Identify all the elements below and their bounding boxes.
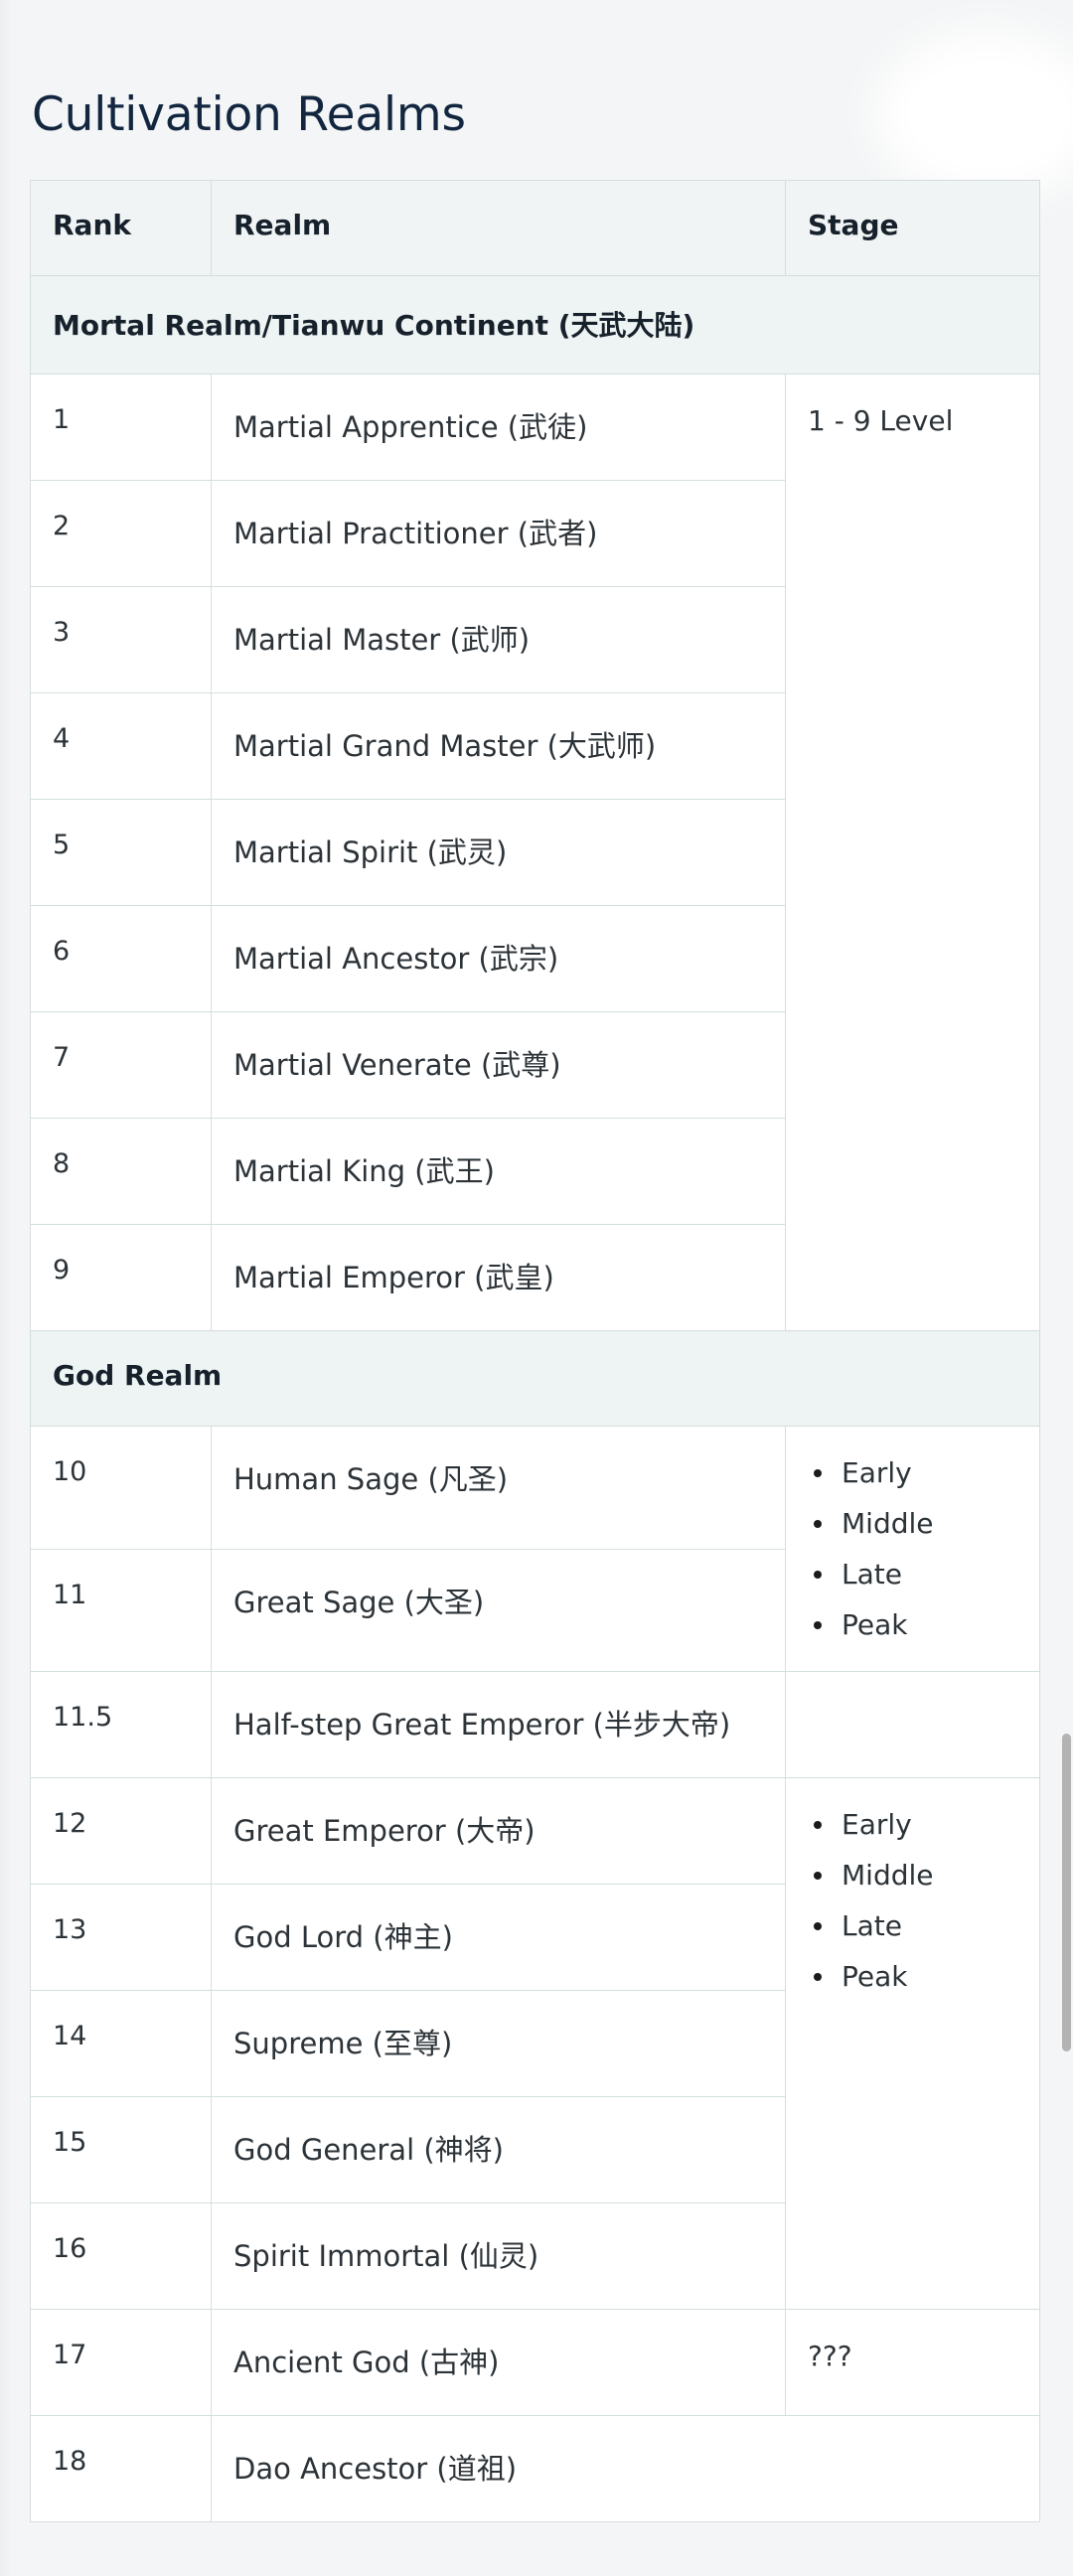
stage-bullet-list: Early Middle Late Peak — [808, 1456, 1017, 1641]
cell-rank: 10 — [30, 1426, 212, 1550]
cell-realm: Martial Emperor (武皇) — [211, 1224, 786, 1331]
cell-realm: Great Sage (大圣) — [211, 1548, 786, 1673]
stage-bullet-item: Middle — [808, 1859, 1017, 1892]
section-header-row-god: God Realm — [30, 1330, 1040, 1427]
stage-bullet-list: Early Middle Late Peak — [808, 1808, 1017, 1993]
section-header-row-mortal: Mortal Realm/Tianwu Continent (天武大陆) — [30, 275, 1040, 375]
cultivation-realms-table: Rank Realm Stage Mortal Realm/Tianwu Con… — [30, 180, 1040, 2523]
section-header-label: Mortal Realm/Tianwu Continent (天武大陆) — [30, 275, 1040, 375]
table-row[interactable]: 17 Ancient God (古神) ??? — [30, 2309, 1040, 2417]
table-row[interactable]: 11.5 Half-step Great Emperor (半步大帝) — [30, 1671, 1040, 1779]
table-head: Rank Realm Stage — [30, 180, 1040, 276]
cell-rank: 14 — [30, 1990, 212, 2098]
cell-realm: Ancient God (古神) — [211, 2309, 786, 2417]
section-header-label: God Realm — [30, 1330, 1040, 1427]
cell-rank: 6 — [30, 905, 212, 1012]
cell-realm: Spirit Immortal (仙灵) — [211, 2202, 786, 2311]
table-row[interactable]: 10 Human Sage (凡圣) Early Middle Late Peak — [30, 1425, 1040, 1673]
cell-rank: 9 — [30, 1224, 212, 1331]
cell-stage: Early Middle Late Peak — [785, 1777, 1040, 2311]
page-content: Cultivation Realms Rank Realm Stage Mort… — [0, 0, 1073, 2523]
cell-rank: 2 — [30, 480, 212, 587]
cell-rank: 12 — [30, 1777, 212, 1886]
cell-stage: ??? — [785, 2309, 1040, 2417]
cell-rank: 16 — [30, 2202, 212, 2311]
column-header-rank[interactable]: Rank — [30, 180, 212, 276]
cell-rank: 7 — [30, 1011, 212, 1119]
cell-realm: God Lord (神主) — [211, 1884, 786, 1992]
cell-realm: Martial Master (武师) — [211, 586, 786, 693]
table-row[interactable]: 1 Martial Apprentice (武徒) 1 - 9 Level — [30, 374, 1040, 1331]
stage-bullet-item: Early — [808, 1808, 1017, 1841]
column-header-stage[interactable]: Stage — [785, 180, 1040, 276]
cell-realm: Great Emperor (大帝) — [211, 1777, 786, 1886]
cell-realm: Half-step Great Emperor (半步大帝) — [211, 1671, 786, 1779]
stage-bullet-item: Late — [808, 1558, 1017, 1591]
cell-realm: Martial King (武王) — [211, 1118, 786, 1225]
cell-rank: 15 — [30, 2096, 212, 2204]
cell-rank: 4 — [30, 692, 212, 800]
stage-bullet-item: Peak — [808, 1608, 1017, 1641]
cell-realm: Martial Apprentice (武徒) — [211, 374, 786, 481]
cell-realm: Martial Grand Master (大武师) — [211, 692, 786, 800]
page-root: Cultivation Realms Rank Realm Stage Mort… — [0, 0, 1073, 2576]
column-header-realm[interactable]: Realm — [211, 180, 786, 276]
table-row[interactable]: 18 Dao Ancestor (道祖) — [30, 2415, 1040, 2523]
page-title: Cultivation Realms — [32, 87, 466, 142]
table-body: Mortal Realm/Tianwu Continent (天武大陆) 1 M… — [30, 275, 1040, 2523]
cell-realm: Martial Practitioner (武者) — [211, 480, 786, 587]
cell-realm: Dao Ancestor (道祖) — [211, 2415, 1040, 2523]
cell-rank: 13 — [30, 1884, 212, 1992]
cell-rank: 8 — [30, 1118, 212, 1225]
cell-realm: Martial Spirit (武灵) — [211, 799, 786, 906]
cell-realm: God General (神将) — [211, 2096, 786, 2204]
table-row[interactable]: 12 Great Emperor (大帝) Early Middle Late Pea… — [30, 1777, 1040, 2311]
cell-realm: Martial Venerate (武尊) — [211, 1011, 786, 1119]
stage-bullet-item: Early — [808, 1456, 1017, 1489]
stage-bullet-item: Middle — [808, 1507, 1017, 1540]
cell-realm: Martial Ancestor (武宗) — [211, 905, 786, 1012]
cell-stage: Early Middle Late Peak — [785, 1425, 1040, 1673]
cell-realm: Human Sage (凡圣) — [211, 1426, 786, 1550]
stage-bullet-item: Peak — [808, 1960, 1017, 1993]
cell-rank: 5 — [30, 799, 212, 906]
table-header-row: Rank Realm Stage — [30, 180, 1040, 276]
stage-bullet-item: Late — [808, 1909, 1017, 1942]
vertical-scrollbar-thumb[interactable] — [1062, 1734, 1071, 2051]
cell-rank: 11.5 — [30, 1671, 212, 1779]
cell-realm: Supreme (至尊) — [211, 1990, 786, 2098]
cell-rank: 3 — [30, 586, 212, 693]
cell-rank: 1 — [30, 374, 212, 481]
cell-rank: 18 — [30, 2415, 212, 2523]
cell-stage: 1 - 9 Level — [785, 374, 1040, 1331]
cell-rank: 11 — [30, 1548, 212, 1673]
cell-rank: 17 — [30, 2309, 212, 2417]
vertical-scrollbar-track[interactable] — [1061, 0, 1073, 2576]
cell-stage — [785, 1671, 1040, 1779]
